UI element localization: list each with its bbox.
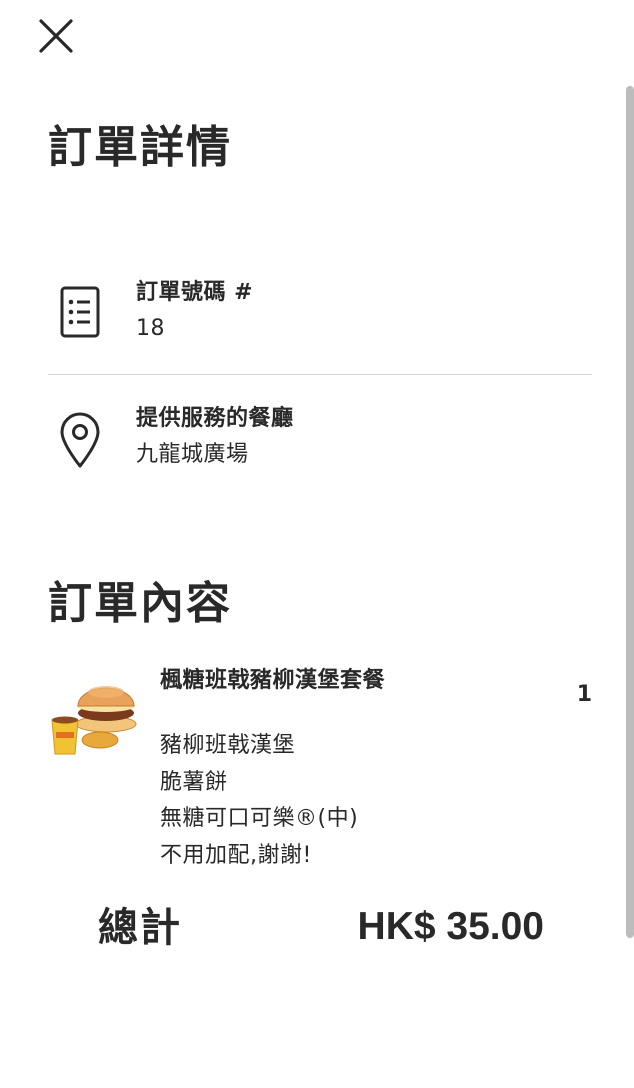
close-icon	[39, 19, 73, 53]
item-option: 不用加配,謝謝!	[160, 842, 312, 868]
scrollbar[interactable]	[626, 86, 634, 938]
item-options-list: 豬柳班戟漢堡 脆薯餅 無糖可口可樂®(中) 不用加配,謝謝!	[160, 728, 358, 874]
restaurant-value: 九龍城廣場	[136, 442, 249, 467]
divider	[48, 374, 592, 375]
location-pin-icon	[60, 412, 100, 468]
restaurant-label: 提供服務的餐廳	[136, 406, 294, 431]
item-option: 豬柳班戟漢堡	[160, 733, 296, 758]
order-number-row: 訂單號碼 # 18	[48, 276, 592, 366]
restaurant-row: 提供服務的餐廳 九龍城廣場	[48, 402, 592, 492]
total-label: 總計	[98, 905, 182, 951]
receipt-list-icon	[60, 286, 100, 338]
total-value: HK$ 35.00	[357, 905, 544, 948]
order-number-label: 訂單號碼 #	[136, 280, 254, 305]
order-item: 楓糖班戟豬柳漢堡套餐 豬柳班戟漢堡 脆薯餅 無糖可口可樂®(中) 不用加配,謝謝…	[48, 662, 596, 872]
total-row: 總計 HK$ 35.00	[98, 905, 544, 956]
close-button[interactable]	[34, 14, 76, 56]
item-name: 楓糖班戟豬柳漢堡套餐	[160, 668, 386, 693]
order-contents-title: 訂單內容	[48, 578, 232, 629]
meal-image	[51, 686, 137, 755]
item-option: 脆薯餅	[160, 769, 228, 795]
order-number-value: 18	[136, 316, 165, 341]
item-option: 無糖可口可樂®(中)	[160, 806, 359, 831]
order-details-title: 訂單詳情	[48, 122, 232, 173]
item-quantity: 1	[576, 682, 592, 707]
